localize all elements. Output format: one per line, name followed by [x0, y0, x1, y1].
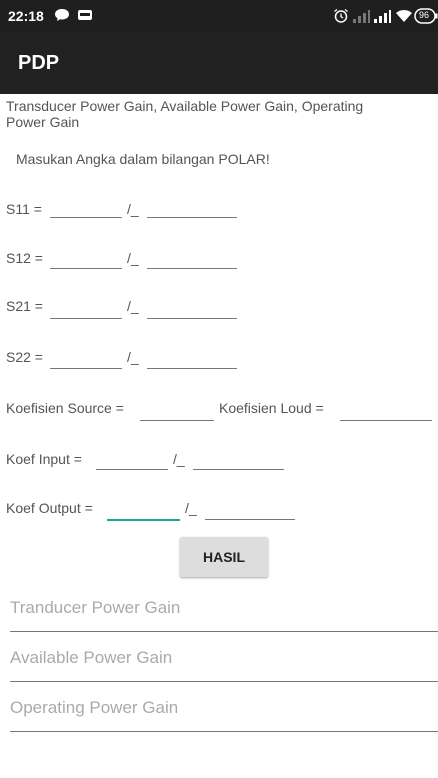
- s11-magnitude-field[interactable]: [50, 217, 122, 218]
- angle-symbol: /_: [173, 451, 185, 467]
- available-power-gain-field[interactable]: Available Power Gain: [10, 648, 438, 682]
- koef-load-label: Koefisien Loud =: [219, 400, 324, 416]
- koef-input-angle-field[interactable]: [193, 469, 284, 470]
- operating-power-gain-field[interactable]: Operating Power Gain: [10, 698, 438, 732]
- angle-symbol: /_: [127, 201, 139, 217]
- s12-label: S12 =: [6, 250, 43, 266]
- transducer-power-gain-field[interactable]: Tranducer Power Gain: [10, 598, 438, 632]
- divider: [10, 681, 438, 682]
- s12-magnitude-field[interactable]: [50, 268, 122, 269]
- alarm-icon: [333, 8, 349, 27]
- s22-label: S22 =: [6, 349, 43, 365]
- koef-source-field[interactable]: [140, 420, 214, 421]
- koef-output-magnitude-field[interactable]: [107, 519, 180, 521]
- status-bar: 22:18 96: [0, 0, 438, 32]
- s21-magnitude-field[interactable]: [50, 318, 122, 319]
- app-bar: PDP: [0, 32, 438, 94]
- koef-input-magnitude-field[interactable]: [96, 469, 168, 470]
- wifi-icon: [395, 8, 413, 27]
- angle-symbol: /_: [185, 500, 197, 516]
- battery-icon: 96: [414, 7, 438, 28]
- angle-symbol: /_: [127, 250, 139, 266]
- signal-icon: [373, 8, 391, 27]
- sim-icon: [77, 8, 93, 25]
- s22-angle-field[interactable]: [147, 368, 237, 369]
- status-time: 22:18: [8, 8, 44, 24]
- s11-label: S11 =: [6, 201, 42, 217]
- s21-label: S21 =: [6, 298, 43, 314]
- operating-power-gain-hint: Operating Power Gain: [10, 698, 179, 717]
- koef-source-label: Koefisien Source =: [6, 400, 124, 416]
- koef-output-label: Koef Output =: [6, 500, 93, 516]
- hasil-button[interactable]: HASIL: [180, 537, 268, 577]
- signal-icon: [352, 8, 370, 27]
- divider: [10, 731, 438, 732]
- chat-bubble-icon: [54, 8, 70, 25]
- koef-input-label: Koef Input =: [6, 451, 82, 467]
- divider: [10, 631, 438, 632]
- s11-angle-field[interactable]: [147, 217, 237, 218]
- s21-angle-field[interactable]: [147, 318, 237, 319]
- header-text: Transducer Power Gain, Available Power G…: [6, 98, 364, 130]
- transducer-power-gain-hint: Tranducer Power Gain: [10, 598, 181, 617]
- angle-symbol: /_: [127, 349, 139, 365]
- koef-load-field[interactable]: [340, 420, 432, 421]
- s12-angle-field[interactable]: [147, 268, 237, 269]
- battery-level: 96: [419, 10, 430, 20]
- s22-magnitude-field[interactable]: [50, 368, 122, 369]
- koef-output-angle-field[interactable]: [205, 519, 295, 520]
- instruction-text: Masukan Angka dalam bilangan POLAR!: [16, 151, 270, 167]
- available-power-gain-hint: Available Power Gain: [10, 648, 173, 667]
- angle-symbol: /_: [127, 298, 139, 314]
- app-title: PDP: [18, 52, 60, 74]
